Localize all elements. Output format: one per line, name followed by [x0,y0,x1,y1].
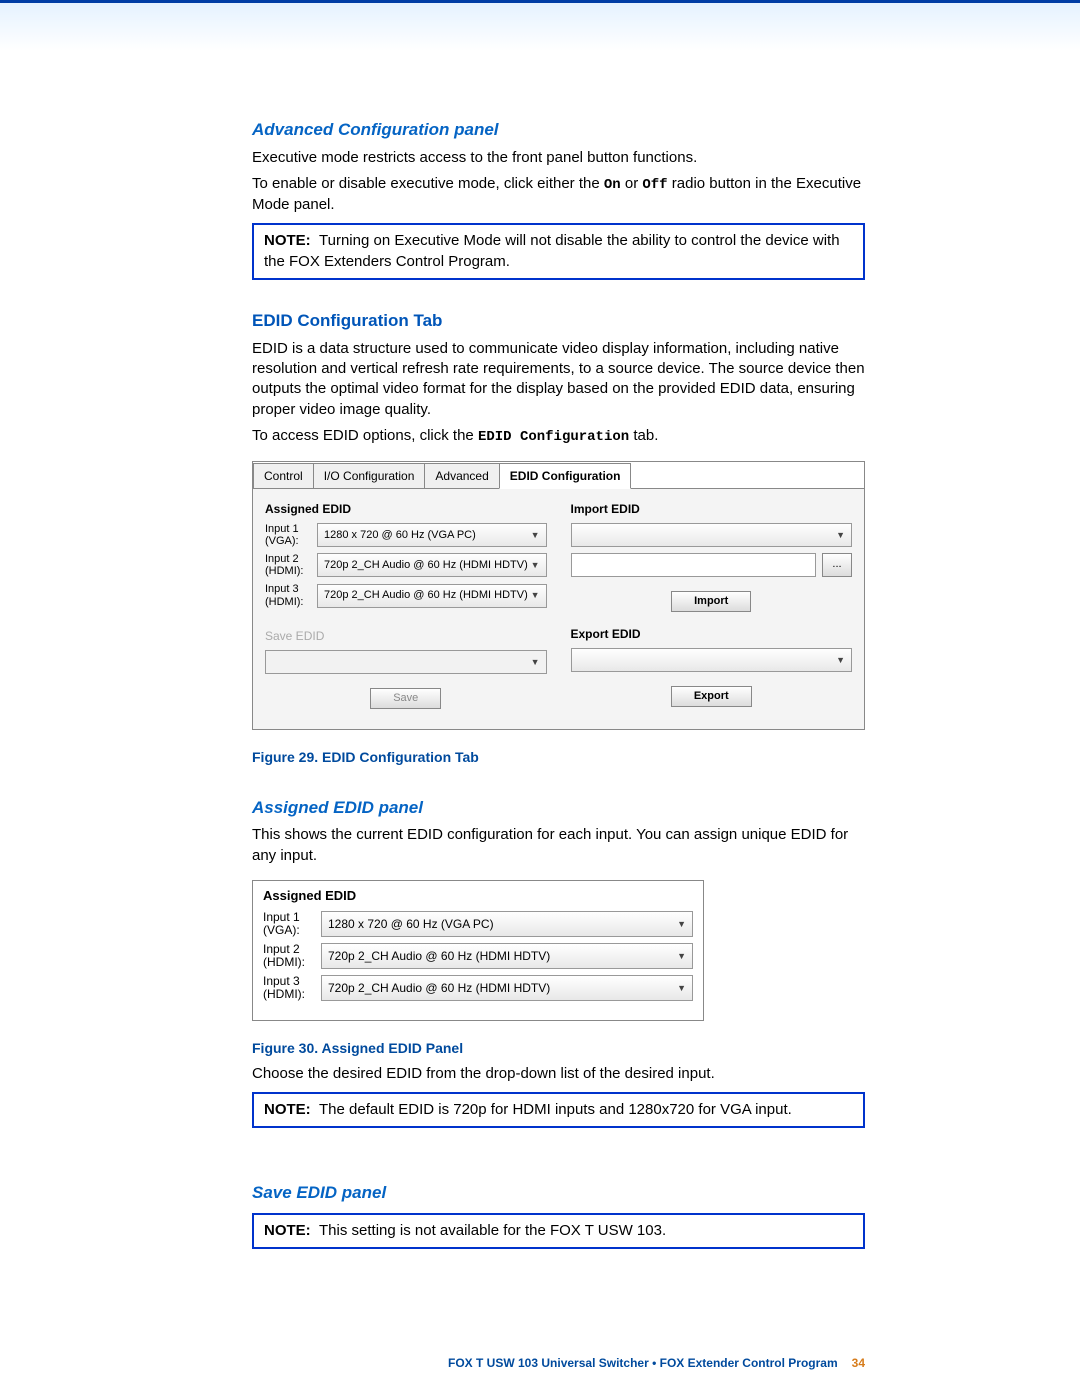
save-edid-title: Save EDID [265,628,547,644]
assigned-edid-screenshot: Assigned EDID Input 1 (VGA): 1280 x 720 … [252,880,704,1021]
panel2-title: Assigned EDID [263,887,693,905]
tab-control[interactable]: Control [253,463,314,488]
save-button[interactable]: Save [370,688,441,709]
p2-input2-label: Input 2 (HDMI): [263,943,321,969]
p2-input1-select[interactable]: 1280 x 720 @ 60 Hz (VGA PC)▼ [321,911,693,937]
page-footer: FOX T USW 103 Universal Switcher • FOX E… [448,1355,865,1371]
browse-button[interactable]: ... [822,553,852,577]
input1-select[interactable]: 1280 x 720 @ 60 Hz (VGA PC)▼ [317,523,547,547]
note-default-edid: NOTE: The default EDID is 720p for HDMI … [252,1092,865,1128]
p2-input3-select[interactable]: 720p 2_CH Audio @ 60 Hz (HDMI HDTV)▼ [321,975,693,1001]
input3-label: Input 3 (HDMI): [265,583,317,607]
input2-select[interactable]: 720p 2_CH Audio @ 60 Hz (HDMI HDTV)▼ [317,553,547,577]
input1-label: Input 1 (VGA): [265,523,317,547]
heading-edid-tab: EDID Configuration Tab [252,310,865,333]
para-assigned-1: This shows the current EDID configuratio… [252,825,865,866]
import-edid-title: Import EDID [571,501,853,517]
heading-advanced: Advanced Configuration panel [252,119,865,142]
save-edid-select: ▼ [265,650,547,674]
import-button[interactable]: Import [671,591,751,612]
chevron-down-icon: ▼ [531,559,540,571]
chevron-down-icon: ▼ [677,950,686,962]
p2-input3-label: Input 3 (HDMI): [263,975,321,1001]
heading-assigned: Assigned EDID panel [252,797,865,820]
note-save-na: NOTE: This setting is not available for … [252,1213,865,1249]
chevron-down-icon: ▼ [836,529,845,541]
tab-edid-config[interactable]: EDID Configuration [499,463,632,489]
top-accent [0,0,1080,51]
figure-30-caption: Figure 30. Assigned EDID Panel [252,1039,865,1058]
para-advanced-2: To enable or disable executive mode, cli… [252,174,865,215]
import-path[interactable] [571,553,817,577]
export-button[interactable]: Export [671,686,752,707]
para-advanced-1: Executive mode restricts access to the f… [252,148,865,168]
heading-save: Save EDID panel [252,1182,865,1205]
import-select[interactable]: ▼ [571,523,853,547]
chevron-down-icon: ▼ [531,529,540,541]
p2-input2-select[interactable]: 720p 2_CH Audio @ 60 Hz (HDMI HDTV)▼ [321,943,693,969]
tab-io-config[interactable]: I/O Configuration [313,463,426,488]
chevron-down-icon: ▼ [677,918,686,930]
p2-input1-label: Input 1 (VGA): [263,911,321,937]
assigned-edid-title: Assigned EDID [265,501,547,517]
input3-select[interactable]: 720p 2_CH Audio @ 60 Hz (HDMI HDTV)▼ [317,584,547,608]
para-edid-2: To access EDID options, click the EDID C… [252,426,865,447]
tab-advanced[interactable]: Advanced [424,463,499,488]
export-select[interactable]: ▼ [571,648,853,672]
edid-config-screenshot: Control I/O Configuration Advanced EDID … [252,461,865,730]
export-edid-title: Export EDID [571,626,853,642]
para-edid-1: EDID is a data structure used to communi… [252,339,865,420]
chevron-down-icon: ▼ [677,982,686,994]
note-exec-mode: NOTE: Turning on Executive Mode will not… [252,223,865,280]
chevron-down-icon: ▼ [836,654,845,666]
para-assigned-2: Choose the desired EDID from the drop-do… [252,1064,865,1084]
chevron-down-icon: ▼ [531,589,540,601]
figure-29-caption: Figure 29. EDID Configuration Tab [252,748,865,767]
input2-label: Input 2 (HDMI): [265,553,317,577]
